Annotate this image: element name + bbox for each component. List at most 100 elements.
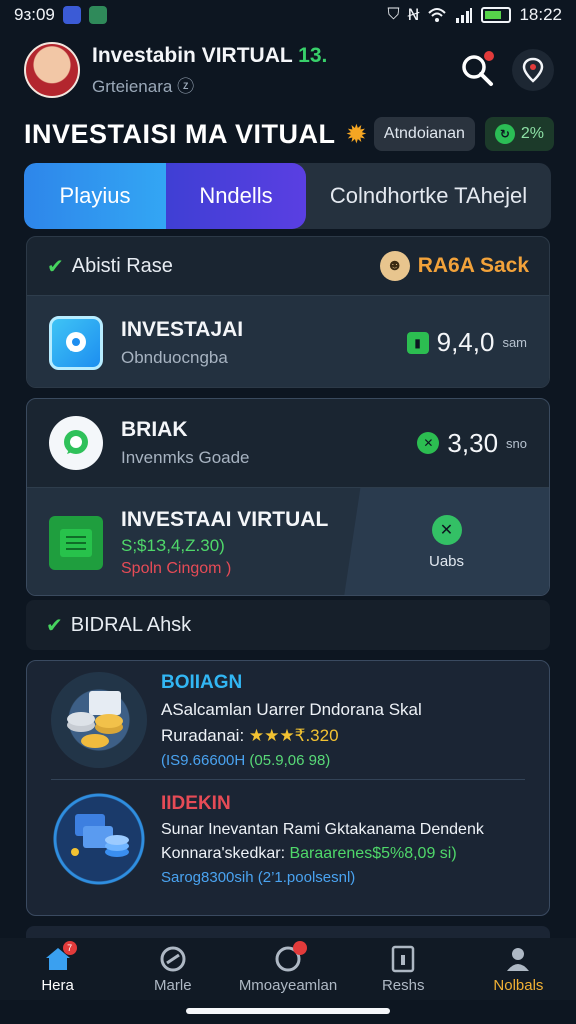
user-subtitle-text: Grteienara	[92, 76, 173, 96]
user-name-accent: 13.	[298, 43, 328, 67]
nav-profile[interactable]: Nolbals	[461, 938, 576, 1000]
offer-line2-suffix: Baraarenes$5%8,09 si)	[289, 844, 457, 862]
nav-market[interactable]: Marle	[115, 938, 230, 1000]
info-icon[interactable]: ⓩ	[177, 77, 194, 96]
offer-meta: Sarog8300sih (2’1.poolsesnl)	[161, 869, 484, 886]
app-notification-icon	[62, 6, 81, 24]
offer-title: IIDEKIN	[161, 792, 231, 814]
offer-line: Sunar Inevantan Rami Gktakanama Dendenk	[161, 820, 484, 838]
offer-line-2: Konnara'skedkar: Baraarenes$5%8,09 si)	[161, 845, 484, 863]
nav-market-label: Marle	[154, 976, 192, 994]
list-item[interactable]: INVESTAAI VIRTUAL S;$1З,4,Z.30) Spoln Ci…	[27, 487, 549, 595]
offer-item[interactable]: BOIIAGN ASalcamlan Uarrer Dndorana Skal …	[27, 661, 549, 779]
app-notification-icon-2	[88, 6, 107, 24]
tab-nndells[interactable]: Nndells	[166, 163, 306, 229]
status-time: 9з:09	[14, 5, 55, 24]
document-icon	[388, 945, 418, 973]
nfc-icon: Ꞥ	[407, 7, 420, 24]
home-indicator[interactable]	[186, 1008, 390, 1014]
card-header-label: Abisti Rase	[71, 254, 173, 277]
side-action-label: Uabs	[428, 553, 465, 570]
rating-stars: ★★★	[248, 725, 295, 745]
offer-meta-blue: (IS9.66600H	[161, 751, 246, 769]
user-name: Investabin VIRTUAL 13.	[92, 44, 442, 68]
location-button[interactable]	[512, 49, 554, 91]
side-action-panel[interactable]: ✕ Uabs	[344, 488, 549, 595]
offer-line2-prefix: Konnara'skedkar:	[161, 844, 286, 862]
nav-investment-badge	[293, 940, 307, 955]
offer-meta-green: (2’1.poolsesnl)	[257, 868, 356, 886]
mascot-icon: ☻	[379, 251, 410, 281]
avatar[interactable]	[24, 42, 80, 98]
offer-line2-suffix: ₹.320	[294, 725, 339, 745]
offers-card: BOIIAGN ASalcamlan Uarrer Dndorana Skal …	[26, 660, 550, 916]
offer-line: ASalcamlan Uarrer Dndorana Skal	[161, 699, 422, 719]
row-text: INVESTAAI VIRTUAL S;$1З,4,Z.30) Spoln Ci…	[121, 508, 328, 578]
row-title: BRIAK	[121, 418, 188, 441]
swap-icon	[158, 945, 188, 973]
circle-icon	[273, 940, 307, 973]
shield-icon: ⛉	[387, 6, 400, 23]
check-icon: ✔	[47, 255, 64, 278]
profile-icon	[503, 945, 533, 973]
header-right-label: RA6A Sack	[417, 254, 529, 277]
row-value: ✕ 3,30 sno	[417, 428, 527, 459]
filter-pill[interactable]: Atndoianan	[373, 117, 475, 151]
search-button[interactable]	[456, 49, 498, 91]
sun-icon: ✹	[345, 118, 368, 149]
offer-meta: (IS9.66600H (05.9,06 98)	[161, 752, 422, 769]
nav-investment[interactable]: Mmoayeamlan	[230, 938, 345, 1000]
offer-title: BOIIAGN	[161, 671, 243, 693]
value-number: 9,4,0	[436, 327, 495, 357]
row-error-line: Spoln Cingom )	[121, 559, 232, 577]
nav-results[interactable]: Reshs	[346, 938, 461, 1000]
offer-item[interactable]: IIDEKIN Sunar Inevantan Rami Gktakanama …	[27, 780, 549, 898]
header-right[interactable]: ☻ RA6A Sack	[379, 251, 529, 281]
offer-meta-blue: Sarog8300sih	[161, 868, 254, 886]
row-value-line: S;$1З,4,Z.30)	[121, 535, 225, 555]
section-header-label: BIDRAL Ahsk	[70, 613, 192, 636]
status-right: ⛉ Ꞥ 18:22	[387, 5, 562, 25]
list-item[interactable]: BRIAK Invenmks Goade ✕ 3,30 sno	[27, 399, 549, 487]
tab-playius[interactable]: Playius	[24, 163, 166, 229]
wallet-icon: ▮	[406, 331, 429, 354]
coins-illustration-icon	[51, 672, 147, 768]
signal-icon	[456, 8, 473, 23]
percent-pill[interactable]: ↻ 2%	[484, 117, 554, 151]
tab-bar: Playius Nndells Colndhortke TAhejel	[24, 163, 551, 229]
cash-stack-icon	[49, 515, 103, 570]
x-coin-icon: ✕	[417, 432, 440, 454]
value-number: 3,30	[447, 427, 499, 458]
notification-dot	[484, 51, 494, 61]
wifi-icon	[428, 8, 447, 22]
offer-text: BOIIAGN ASalcamlan Uarrer Dndorana Skal …	[161, 672, 422, 769]
value-unit: sno	[506, 435, 527, 451]
profile-header: Investabin VIRTUAL 13. Grteienara ⓩ	[24, 40, 554, 100]
nav-investment-label: Mmoayeamlan	[238, 976, 338, 994]
row-title: INVESTAJAI	[121, 317, 244, 341]
row-title: INVESTAAI VIRTUAL	[121, 507, 329, 531]
user-block: Investabin VIRTUAL 13. Grteienara ⓩ	[92, 44, 442, 97]
check-icon: ✔	[46, 614, 63, 637]
row-subtitle: Obnduocngba	[121, 347, 228, 367]
card-header: ✔ Abisti Rase ☻ RA6A Sack	[27, 237, 549, 295]
row-text: INVESTAJAI Obnduocngba	[121, 318, 243, 368]
list-item[interactable]: INVESTAJAI Obnduocngba ▮ 9,4,0 sam	[27, 295, 549, 387]
offer-text: IIDEKIN Sunar Inevantan Rami Gktakanama …	[161, 793, 484, 886]
page-title: INVESTAISI MA VITUAL	[24, 118, 336, 149]
home-icon: 7	[43, 940, 77, 973]
offer-meta-green: (05.9,06 98)	[249, 751, 331, 769]
tab-colndhortke[interactable]: Colndhortke TAhejel	[306, 163, 551, 229]
user-subtitle: Grteienara ⓩ	[92, 72, 442, 97]
battery-icon	[481, 7, 512, 23]
nav-results-label: Reshs	[381, 976, 425, 994]
nav-home-badge: 7	[62, 940, 77, 955]
investment-card: ✔ Abisti Rase ☻ RA6A Sack INVESTAJAI Obn…	[26, 236, 550, 388]
nav-profile-label: Nolbals	[493, 976, 544, 994]
nav-home-label: Hera	[41, 976, 74, 994]
status-bar: 9з:09 ⛉ Ꞥ 18:22	[0, 0, 576, 30]
offer-line2-prefix: Ruradanai:	[161, 725, 245, 745]
section-header: ✔ BIDRAL Ahsk	[26, 600, 550, 650]
data-stack-illustration-icon	[51, 791, 147, 887]
nav-home[interactable]: 7 Hera	[0, 938, 115, 1000]
